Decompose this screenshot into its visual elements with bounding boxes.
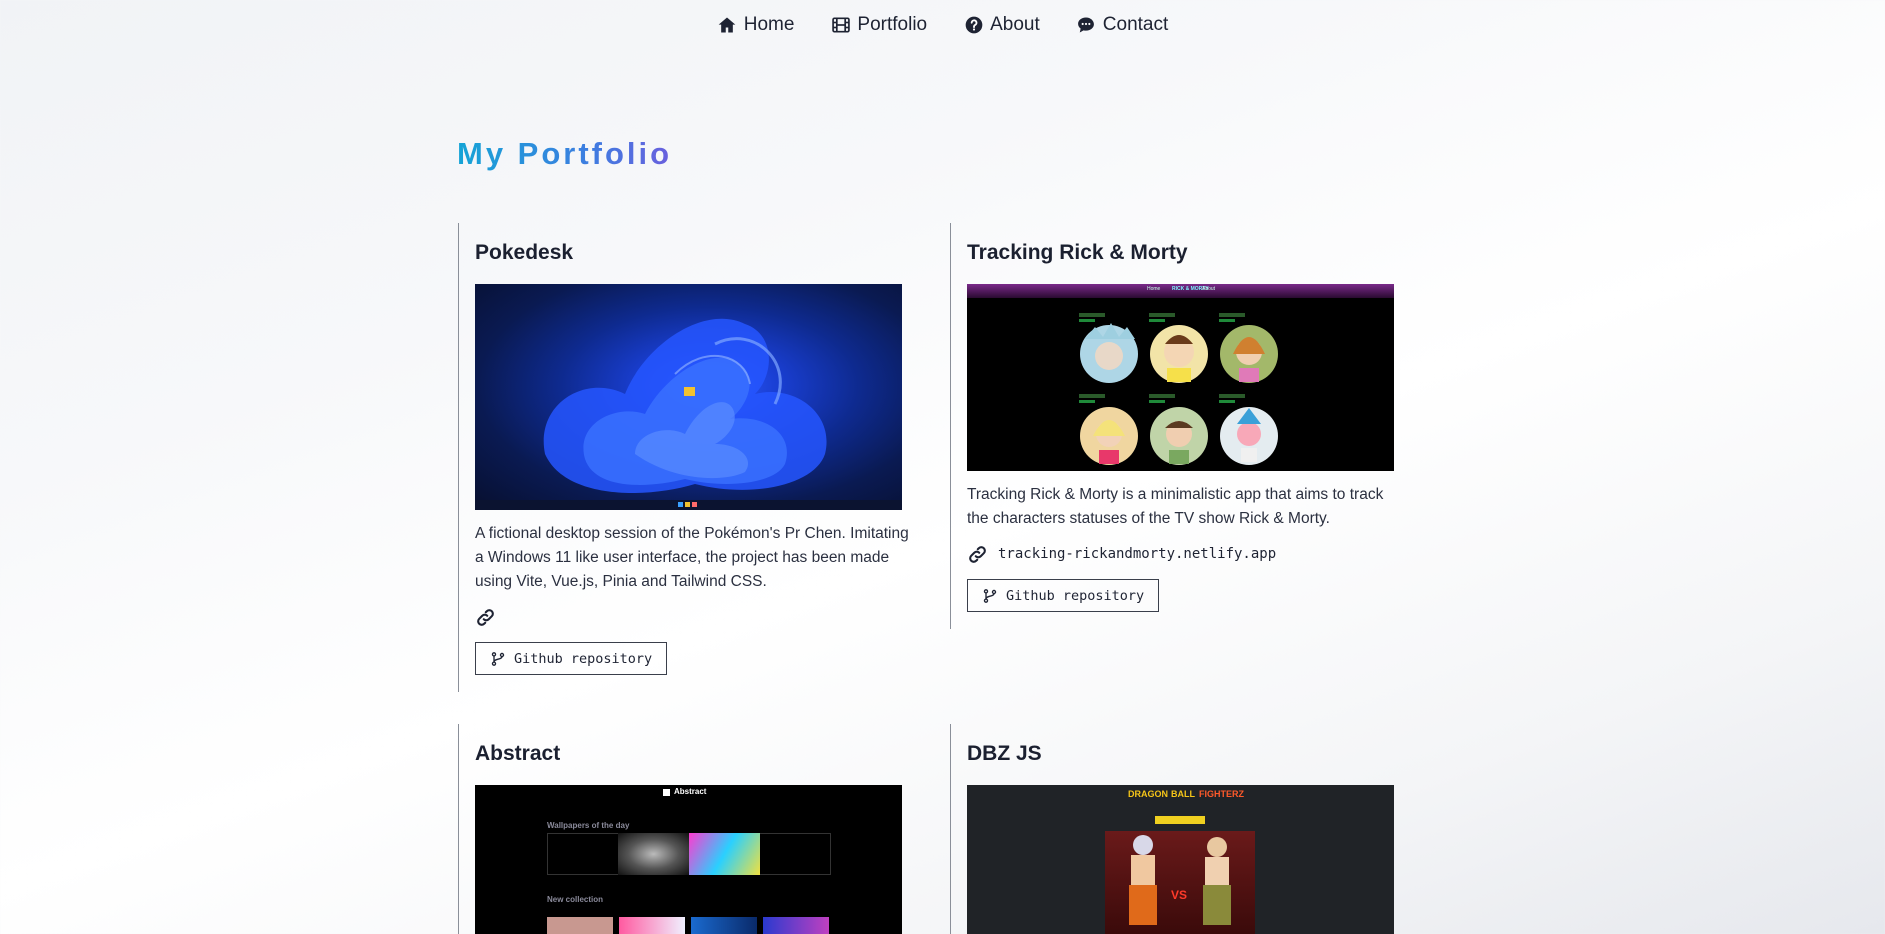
project-thumbnail[interactable]: DRAGON BALL FIGHTERZ VS: [967, 785, 1394, 934]
nav-about-label: About: [990, 14, 1040, 35]
git-branch-icon: [983, 588, 997, 603]
project-link-text: tracking-rickandmorty.netlify.app: [998, 546, 1277, 562]
nav-home[interactable]: Home: [717, 14, 795, 36]
thumb-brand: Abstract: [674, 787, 707, 796]
nav-portfolio[interactable]: Portfolio: [830, 14, 927, 36]
film-icon: [830, 15, 851, 36]
nav-home-label: Home: [743, 14, 795, 35]
fighters-illustration: [1129, 835, 1231, 925]
home-icon: [717, 15, 738, 36]
thumb-vs: VS: [1171, 888, 1188, 902]
project-title: Abstract: [475, 742, 561, 765]
project-link[interactable]: tracking-rickandmorty.netlify.app: [967, 543, 1407, 565]
windows-bloom-illustration: [475, 318, 902, 510]
nav-about[interactable]: About: [963, 14, 1040, 36]
github-button-label: Github repository: [514, 650, 653, 667]
question-circle-icon: [963, 15, 984, 36]
project-card-dbz: DBZ JS DRAGON BALL FIGHTERZ VS: [950, 724, 1394, 934]
git-branch-icon: [491, 651, 505, 666]
nav-contact-label: Contact: [1102, 14, 1169, 35]
project-description: A fictional desktop session of the Pokém…: [475, 525, 909, 590]
project-title: Pokedesk: [475, 241, 574, 264]
project-thumbnail[interactable]: Abstract Wallpapers of the day New colle…: [475, 785, 902, 934]
project-card-abstract: Abstract Abstract Wallpapers of the day …: [458, 724, 902, 934]
github-repository-button[interactable]: Github repository: [967, 579, 1160, 612]
project-thumbnail[interactable]: Home RICK & MORTY About: [967, 284, 1394, 471]
project-card-pokedesk: Pokedesk A fictional desktop session of …: [458, 223, 915, 692]
link-icon: [477, 608, 494, 626]
project-title: DBZ JS: [967, 742, 1042, 765]
project-title: Tracking Rick & Morty: [967, 241, 1188, 264]
chat-bubble-icon: [1076, 15, 1097, 36]
thumb-heading: Wallpapers of the day: [547, 821, 630, 830]
folder-icon: [684, 387, 695, 396]
link-icon: [969, 545, 986, 563]
github-button-label: Github repository: [1006, 587, 1145, 604]
github-repository-button[interactable]: Github repository: [475, 642, 668, 675]
page-title: My Portfolio: [457, 136, 673, 171]
project-description: Tracking Rick & Morty is a minimalistic …: [967, 486, 1384, 527]
brand-logo-icon: [663, 789, 670, 796]
thumb-subheading: New collection: [547, 895, 604, 904]
project-thumbnail[interactable]: [475, 284, 902, 510]
project-link[interactable]: [475, 606, 915, 628]
character-grid: [1079, 313, 1278, 465]
main-nav: Home Portfolio About Contact: [0, 14, 1885, 36]
nav-portfolio-label: Portfolio: [857, 14, 928, 35]
project-card-rick-morty: Tracking Rick & Morty Home RICK & MORTY …: [950, 223, 1407, 629]
nav-contact[interactable]: Contact: [1076, 14, 1168, 36]
